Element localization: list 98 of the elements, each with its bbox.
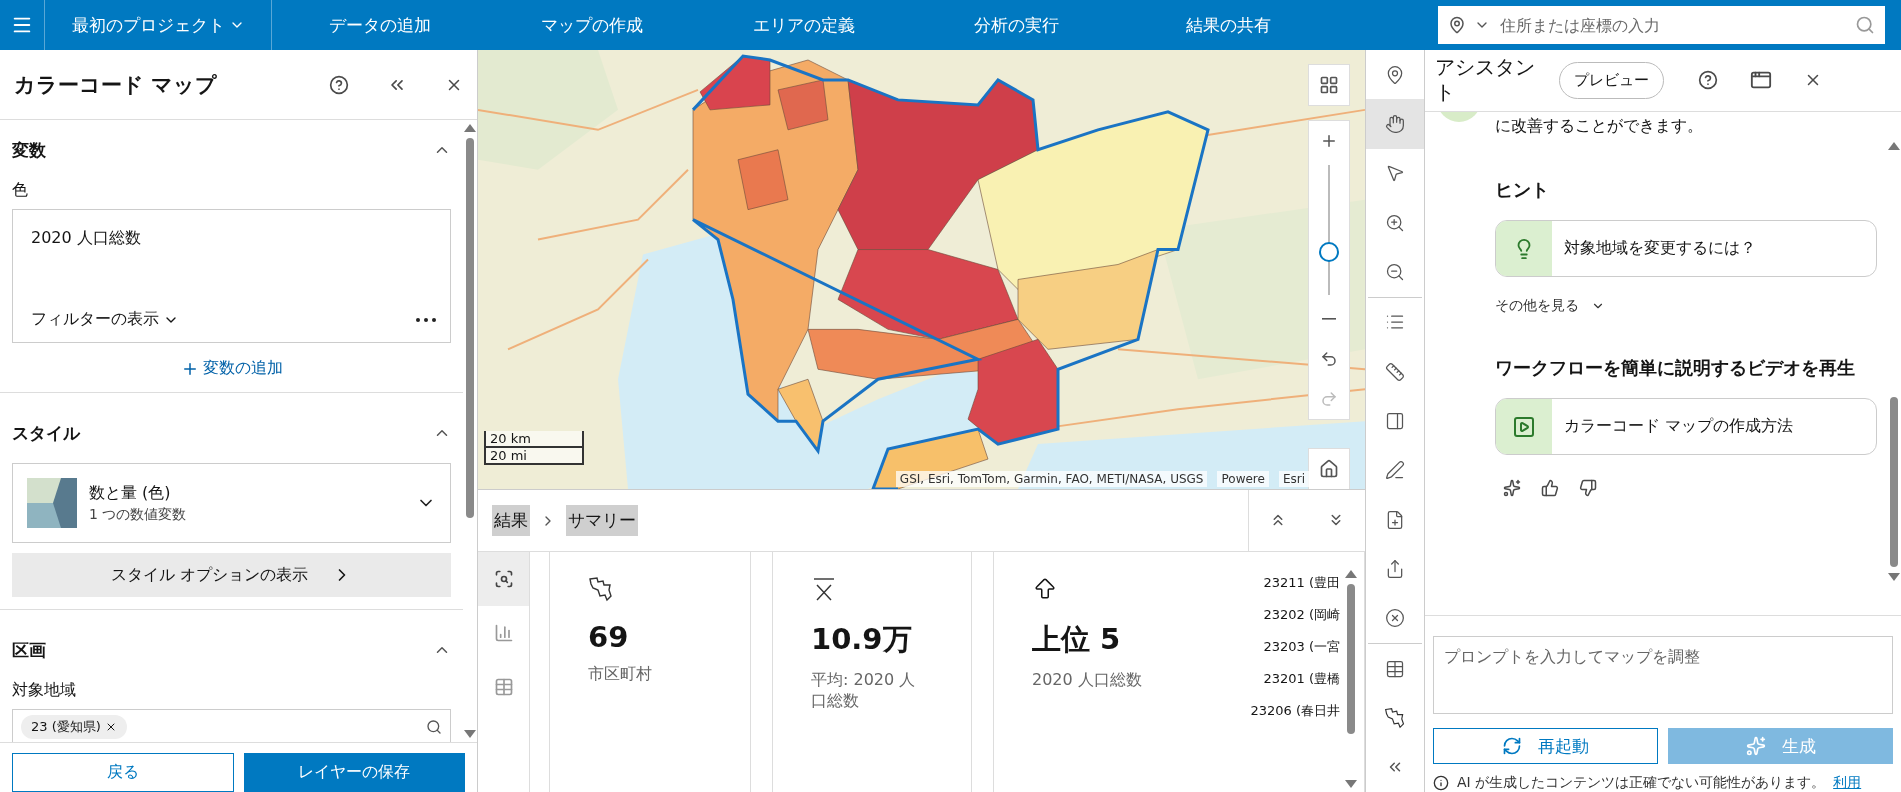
field-label: 色 bbox=[11, 180, 29, 201]
pin-icon bbox=[1385, 64, 1405, 85]
scale-label: 20 km bbox=[484, 431, 584, 448]
more-button[interactable] bbox=[416, 317, 436, 322]
table-icon bbox=[493, 677, 514, 697]
section-header[interactable]: 区画 bbox=[0, 620, 463, 680]
search-field[interactable]: 住所または座標の入力 bbox=[1438, 6, 1885, 44]
grid-icon bbox=[1319, 75, 1339, 95]
thumbs-down-button[interactable] bbox=[1579, 479, 1597, 498]
zoom-thumb[interactable] bbox=[1319, 242, 1339, 262]
help-icon bbox=[329, 74, 349, 95]
ruler-icon bbox=[1385, 361, 1405, 382]
see-more-button[interactable]: その他を見る bbox=[1495, 297, 1605, 316]
style-select[interactable]: 数と量 (色) 1 つの数値変数 bbox=[12, 463, 451, 543]
section-header[interactable]: 変数 bbox=[0, 120, 463, 180]
redo-icon bbox=[1320, 390, 1338, 408]
table-icon bbox=[1385, 658, 1405, 679]
home-icon bbox=[1319, 459, 1339, 479]
section-heading: ヒント bbox=[1495, 177, 1550, 202]
ranking-item: 23202 (岡崎 bbox=[1263, 606, 1340, 624]
filter-toggle[interactable]: フィルターの表示 bbox=[31, 309, 179, 330]
stat-label: 市区町村 bbox=[588, 664, 653, 685]
style-thumbnail bbox=[27, 478, 77, 528]
hint-card[interactable]: 対象地域を変更するには？ bbox=[1495, 220, 1877, 278]
ranking-item: 23201 (豊橋 bbox=[1263, 670, 1340, 688]
info-icon bbox=[1433, 775, 1449, 791]
circle-x-icon bbox=[1385, 608, 1405, 629]
pen-icon bbox=[1385, 460, 1405, 481]
help-button[interactable] bbox=[329, 74, 349, 95]
terms-link[interactable]: 利用 bbox=[1833, 774, 1862, 792]
back-button[interactable]: 戻る bbox=[12, 753, 234, 792]
prompt-field[interactable]: プロンプトを入力してマップを調整 bbox=[1433, 635, 1893, 714]
search-icon bbox=[426, 719, 442, 735]
attribution-text: Esri bbox=[1278, 471, 1309, 487]
sparkle-icon bbox=[1745, 736, 1766, 756]
thumbs-down-icon bbox=[1579, 479, 1597, 498]
assistant-title: アシスタント bbox=[1435, 55, 1536, 106]
attribution-text: GSI, Esri, TomTom, Garmin, FAO, METI/NASA, USGS bbox=[895, 471, 1208, 487]
section-header[interactable]: スタイル bbox=[0, 403, 463, 463]
save-layer-button[interactable]: レイヤーの保存 bbox=[243, 753, 465, 792]
project-dropdown[interactable]: 最初のプロジェクト bbox=[45, 0, 272, 50]
restart-button[interactable]: 再起動 bbox=[1433, 728, 1658, 764]
add-variable-link[interactable]: 変数の追加 bbox=[174, 357, 289, 380]
video-card[interactable]: カラーコード マップの作成方法 bbox=[1495, 398, 1877, 456]
stat-value: 69 bbox=[588, 620, 630, 654]
hand-tool[interactable] bbox=[1366, 99, 1424, 149]
style-options-button[interactable]: スタイル オプションの表示 bbox=[12, 553, 451, 597]
help-button[interactable] bbox=[1698, 70, 1718, 91]
file-plus-icon bbox=[1385, 509, 1405, 530]
stat-value: 10.9万 bbox=[811, 621, 913, 658]
zoom-out-icon bbox=[1385, 262, 1405, 283]
section-heading: ワークフローを簡単に説明するビデオを再生 bbox=[1495, 356, 1856, 381]
minus-icon bbox=[1322, 318, 1336, 320]
summary-tab[interactable] bbox=[478, 552, 529, 606]
disclaimer-text: AI が生成したコンテンツは正確でない可能性があります。 bbox=[1457, 774, 1826, 792]
plus-icon bbox=[1320, 132, 1338, 150]
pointer-icon bbox=[1385, 163, 1405, 184]
breadcrumb-link[interactable]: 結果 bbox=[492, 505, 530, 536]
thumbs-up-button[interactable] bbox=[1541, 479, 1559, 498]
nav-item[interactable]: データの追加 bbox=[274, 0, 486, 50]
variable-name: 2020 人口総数 bbox=[31, 228, 142, 249]
panel-title: カラーコード マップ bbox=[14, 71, 219, 99]
panel-icon bbox=[1385, 411, 1405, 432]
hand-icon bbox=[1385, 114, 1405, 134]
field-label: 対象地域 bbox=[11, 680, 77, 701]
thumbs-up-icon bbox=[1541, 479, 1559, 498]
ranking-item: 23203 (一宮 bbox=[1263, 638, 1340, 656]
play-icon bbox=[1512, 414, 1536, 439]
sparkle-icon bbox=[1503, 479, 1521, 498]
stat-label: 2020 人口総数 bbox=[1032, 670, 1143, 691]
zoom-in-icon bbox=[1385, 212, 1405, 233]
mean-icon bbox=[811, 576, 837, 602]
nav-item[interactable]: 結果の共有 bbox=[1122, 0, 1334, 50]
scale-label: 20 mi bbox=[484, 448, 584, 465]
polygon-icon bbox=[588, 576, 614, 602]
search-icon bbox=[1855, 15, 1875, 35]
share-icon bbox=[1385, 559, 1405, 580]
help-icon bbox=[1698, 70, 1718, 91]
breadcrumb-link[interactable]: サマリー bbox=[566, 505, 638, 536]
undo-icon bbox=[1320, 350, 1338, 368]
ranking-item: 23206 (春日井 bbox=[1250, 702, 1340, 720]
bar-chart-icon bbox=[493, 623, 514, 643]
magnifier-icon bbox=[493, 569, 514, 589]
refresh-icon bbox=[1502, 736, 1522, 756]
nav-item[interactable]: マップの作成 bbox=[486, 0, 698, 50]
message-text: に改善することができます。 bbox=[1495, 115, 1704, 137]
sparkle-button[interactable] bbox=[1503, 479, 1521, 498]
nav-item[interactable]: 分析の実行 bbox=[910, 0, 1122, 50]
ranking-item: 23211 (豊田 bbox=[1263, 574, 1340, 592]
polygon-icon bbox=[1384, 707, 1406, 730]
more-icon bbox=[416, 317, 436, 322]
nav-item[interactable]: エリアの定義 bbox=[698, 0, 910, 50]
stat-label: 平均: 2020 人口総数 bbox=[811, 670, 917, 712]
attribution-text: Powere bbox=[1217, 471, 1269, 487]
pin-icon bbox=[1448, 16, 1466, 34]
stat-value: 上位 5 bbox=[1032, 621, 1122, 658]
area-field[interactable]: 23 (愛知県) bbox=[12, 709, 451, 742]
area-chip[interactable]: 23 (愛知県) bbox=[21, 715, 127, 739]
